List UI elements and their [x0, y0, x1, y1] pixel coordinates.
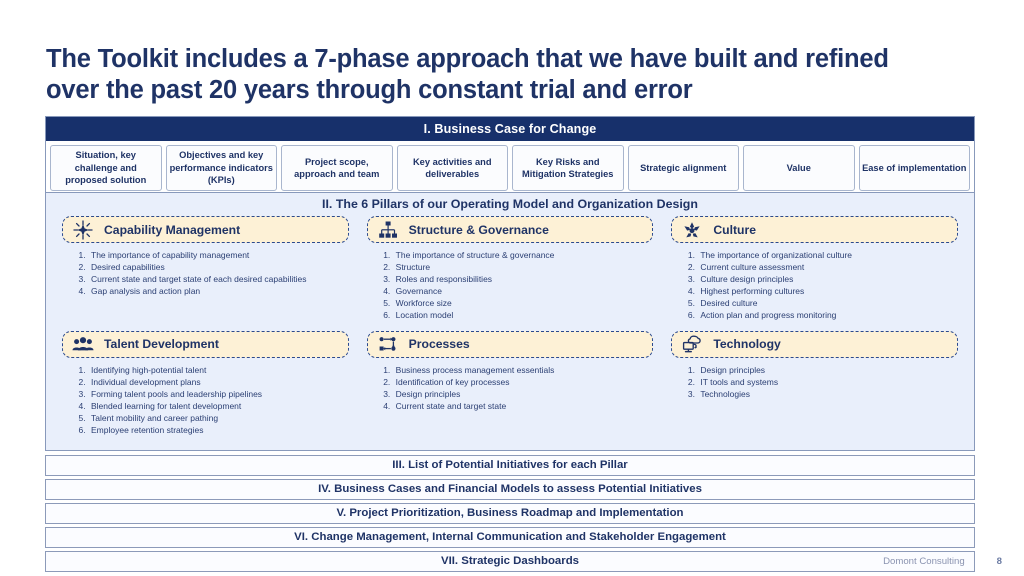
- section-i-header: I. Business Case for Change: [46, 117, 974, 141]
- slide-footer: Domont Consulting 8: [883, 556, 1002, 567]
- pillar-header-talent-development[interactable]: Talent Development: [62, 330, 349, 358]
- list-item: Business process management essentials: [393, 365, 654, 377]
- pillar-title: Capability Management: [104, 222, 241, 237]
- phase-box-5[interactable]: Key Risks and Mitigation Strategies: [512, 145, 624, 191]
- list-item: Highest performing cultures: [697, 286, 958, 298]
- list-item: The importance of organizational culture: [697, 250, 958, 262]
- org-chart-icon: [377, 220, 399, 240]
- list-item: Workforce size: [393, 298, 654, 310]
- pillar-item-list: The importance of capability management …: [62, 250, 349, 298]
- list-item: Design principles: [697, 365, 958, 377]
- process-flow-icon: [377, 334, 399, 354]
- section-bar-vii[interactable]: VII. Strategic Dashboards: [45, 551, 975, 572]
- list-item: Blended learning for talent development: [88, 401, 349, 413]
- list-item: Current state and target state of each d…: [88, 274, 349, 286]
- list-item: Location model: [393, 310, 654, 322]
- phase-box-6[interactable]: Strategic alignment: [627, 145, 739, 191]
- phase-box-1[interactable]: Situation, key challenge and proposed so…: [50, 145, 162, 191]
- pillar-title: Culture: [713, 222, 756, 237]
- section-six-pillars: II. The 6 Pillars of our Operating Model…: [45, 192, 975, 451]
- list-item: Current state and target state: [393, 401, 654, 413]
- page-number: 8: [996, 556, 1002, 567]
- section-bar-iii[interactable]: III. List of Potential Initiatives for e…: [45, 455, 975, 476]
- pillar-header-structure-governance[interactable]: Structure & Governance: [366, 216, 654, 243]
- pillar-title: Technology: [713, 337, 781, 352]
- pillar-title: Talent Development: [104, 337, 219, 352]
- starburst-icon: [72, 219, 94, 240]
- list-item: The importance of structure & governance: [393, 250, 654, 262]
- people-star-icon: [681, 220, 703, 240]
- list-item: IT tools and systems: [697, 377, 958, 389]
- phase-box-3[interactable]: Project scope, approach and team: [281, 145, 393, 191]
- list-item: Individual development plans: [88, 377, 349, 389]
- list-item: Culture design principles: [697, 274, 958, 286]
- pillar-title: Processes: [408, 337, 470, 352]
- pillar-item-list: Identifying high-potential talent Indivi…: [62, 365, 349, 437]
- list-item: Employee retention strategies: [88, 425, 349, 437]
- three-people-icon: [72, 334, 94, 354]
- cloud-monitor-icon: [681, 334, 703, 354]
- list-item: Technologies: [697, 389, 958, 401]
- phase-box-8[interactable]: Ease of implementation: [858, 145, 970, 191]
- phase-box-2[interactable]: Objectives and key performance indicator…: [165, 145, 277, 191]
- pillar-item-list: The importance of structure & governance…: [367, 250, 654, 322]
- list-item: The importance of capability management: [88, 250, 349, 262]
- pillar-technology: Technology Design principles IT tools an…: [671, 330, 958, 438]
- list-item: Current culture assessment: [697, 262, 958, 274]
- section-bar-iv[interactable]: IV. Business Cases and Financial Models …: [45, 479, 975, 500]
- list-item: Identification of key processes: [393, 377, 654, 389]
- list-item: Roles and responsibilities: [393, 274, 654, 286]
- phase-box-row: Situation, key challenge and proposed so…: [46, 141, 974, 196]
- list-item: Gap analysis and action plan: [88, 286, 349, 298]
- pillar-item-list: The importance of organizational culture…: [671, 250, 958, 322]
- phase-box-4[interactable]: Key activities and deliverables: [396, 145, 508, 191]
- section-ii-header: II. The 6 Pillars of our Operating Model…: [322, 197, 698, 211]
- list-item: Forming talent pools and leadership pipe…: [88, 389, 349, 401]
- list-item: Governance: [393, 286, 654, 298]
- section-bar-v[interactable]: V. Project Prioritization, Business Road…: [45, 503, 975, 524]
- section-bar-vi[interactable]: VI. Change Management, Internal Communic…: [45, 527, 975, 548]
- list-item: Desired capabilities: [88, 262, 349, 274]
- pillar-header-technology[interactable]: Technology: [671, 330, 958, 358]
- pillar-processes: Processes Business process management es…: [366, 330, 654, 438]
- pillar-item-list: Business process management essentials I…: [367, 365, 654, 413]
- slide: The Toolkit includes a 7-phase approach …: [0, 0, 1024, 576]
- company-name: Domont Consulting: [883, 556, 965, 567]
- pillar-header-processes[interactable]: Processes: [366, 330, 654, 358]
- pillar-culture: Culture The importance of organizational…: [671, 216, 958, 323]
- pillar-header-culture[interactable]: Culture: [671, 216, 958, 243]
- pillar-talent-development: Talent Development Identifying high-pote…: [62, 330, 349, 438]
- pillar-header-capability-management[interactable]: Capability Management: [62, 216, 349, 243]
- pillar-title: Structure & Governance: [408, 222, 549, 237]
- section-business-case: I. Business Case for Change Situation, k…: [45, 116, 975, 197]
- list-item: Design principles: [393, 389, 654, 401]
- list-item: Structure: [393, 262, 654, 274]
- list-item: Talent mobility and career pathing: [88, 413, 349, 425]
- pillar-structure-governance: Structure & Governance The importance of…: [366, 216, 654, 323]
- list-item: Identifying high-potential talent: [88, 365, 349, 377]
- bottom-section-bars: III. List of Potential Initiatives for e…: [45, 455, 975, 575]
- pillar-capability-management: Capability Management The importance of …: [62, 216, 349, 323]
- page-title: The Toolkit includes a 7-phase approach …: [46, 45, 889, 104]
- phase-box-7[interactable]: Value: [743, 145, 855, 191]
- pillar-grid: Capability Management The importance of …: [46, 216, 974, 445]
- pillar-item-list: Design principles IT tools and systems T…: [671, 365, 958, 401]
- list-item: Desired culture: [697, 298, 958, 310]
- list-item: Action plan and progress monitoring: [697, 310, 958, 322]
